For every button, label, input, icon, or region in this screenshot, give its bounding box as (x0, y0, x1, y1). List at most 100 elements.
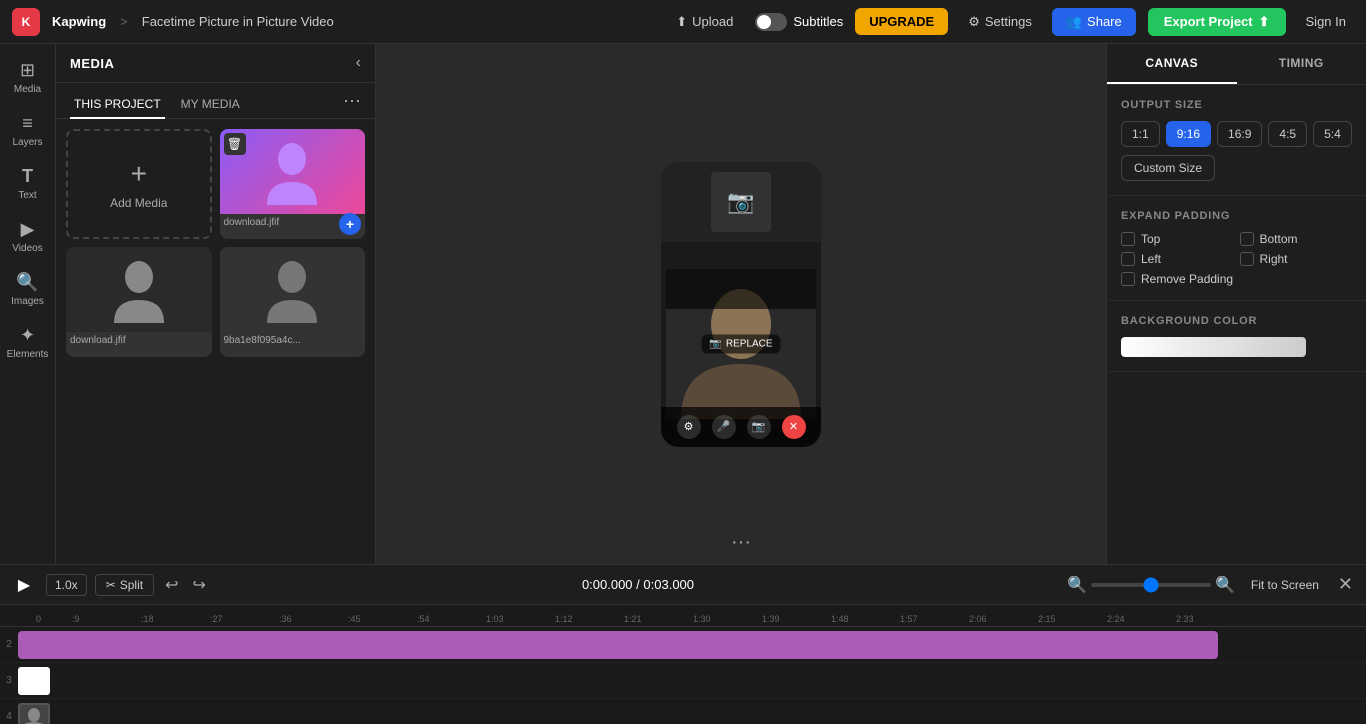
add-media-label: Add Media (110, 196, 167, 210)
padding-bottom-checkbox[interactable] (1240, 232, 1254, 246)
elements-icon: ✦ (20, 325, 35, 346)
export-icon: ⬆ (1259, 14, 1270, 30)
timeline: ▶ 1.0x ✂ Split ↩ ↪ 0:00.000 / 0:03.000 🔍… (0, 564, 1366, 724)
sidebar-item-images[interactable]: 🔍 Images (3, 264, 53, 315)
play-button[interactable]: ▶ (10, 571, 38, 599)
media-add-button-1[interactable]: + (339, 213, 361, 235)
media-icon: ⊞ (20, 60, 35, 81)
padding-left-checkbox[interactable] (1121, 252, 1135, 266)
padding-top-label: Top (1141, 232, 1160, 246)
end-call-button[interactable]: ✕ (782, 415, 806, 439)
track-content-3[interactable] (18, 667, 1366, 695)
tab-my-media[interactable]: MY MEDIA (177, 91, 244, 119)
ruler-marks: 0 :9 :18 :27 :36 :45 :54 1:03 1:12 1:21 … (0, 614, 1245, 624)
media-panel: MEDIA ‹ THIS PROJECT MY MEDIA ⋯ + Add Me… (56, 44, 376, 564)
size-9-16[interactable]: 9:16 (1166, 121, 1211, 147)
ruler-mark-139: 1:39 (762, 614, 831, 624)
sidebar-item-elements[interactable]: ✦ Elements (3, 317, 53, 368)
ruler-mark-27: :27 (210, 614, 279, 624)
size-16-9[interactable]: 16:9 (1217, 121, 1262, 147)
phone-placeholder-camera: 📷 (711, 172, 771, 232)
ruler-mark-9: :9 (72, 614, 141, 624)
padding-top-checkbox[interactable] (1121, 232, 1135, 246)
zoom-in-button[interactable]: 🔍 (1215, 575, 1235, 595)
export-label: Export Project (1164, 14, 1253, 29)
padding-left-label: Left (1141, 252, 1161, 266)
speed-button[interactable]: 1.0x (46, 574, 87, 596)
settings-button[interactable]: ⚙ Settings (960, 9, 1040, 35)
fit-to-screen-button[interactable]: Fit to Screen (1243, 575, 1327, 595)
camera-switch-button[interactable]: 📷 (747, 415, 771, 439)
track-content-2[interactable] (18, 631, 1366, 659)
media-panel-title: MEDIA (70, 56, 114, 71)
media-thumb-image-3 (220, 247, 366, 332)
logo-icon: K (12, 8, 40, 36)
media-delete-button-1[interactable]: 🗑 (224, 133, 246, 155)
project-name[interactable]: Facetime Picture in Picture Video (142, 14, 334, 29)
settings-label: Settings (985, 14, 1032, 29)
phone-top-video: 📷 (661, 162, 821, 242)
media-item-2[interactable]: download.jfif (66, 247, 212, 357)
ruler-mark-157: 1:57 (900, 614, 969, 624)
track-row-2: 2 (0, 627, 1366, 663)
mute-button[interactable]: 🎤 (712, 415, 736, 439)
media-item-1[interactable]: 🗑 + download.jfif (220, 129, 366, 239)
canvas-area[interactable]: 📷 📷 REPLACE ⚙ 🎤 📷 (376, 44, 1106, 564)
media-more-button[interactable]: ⋯ (343, 91, 361, 118)
size-5-4[interactable]: 5:4 (1313, 121, 1352, 147)
camera-icon: 📷 (727, 189, 754, 215)
topbar: K Kapwing > Facetime Picture in Picture … (0, 0, 1366, 44)
videos-icon: ▶ (21, 219, 35, 240)
size-4-5[interactable]: 4:5 (1268, 121, 1307, 147)
padding-right-checkbox[interactable] (1240, 252, 1254, 266)
color-preview[interactable] (1121, 337, 1306, 357)
export-button[interactable]: Export Project ⬆ (1148, 8, 1286, 36)
canvas-more-button[interactable]: ··· (731, 531, 751, 554)
tab-canvas[interactable]: CANVAS (1107, 44, 1237, 84)
replace-overlay[interactable]: 📷 REPLACE (701, 335, 780, 354)
sidebar-label-layers: Layers (12, 137, 42, 148)
zoom-slider[interactable] (1091, 583, 1211, 587)
remove-padding-checkbox[interactable] (1121, 272, 1135, 286)
sidebar-label-elements: Elements (7, 349, 49, 360)
sidebar-item-videos[interactable]: ▶ Videos (3, 211, 53, 262)
media-item-3[interactable]: 9ba1e8f095a4c... (220, 247, 366, 357)
timeline-close-button[interactable]: ✕ (1335, 571, 1356, 598)
ruler-mark-start: 0 (36, 614, 72, 624)
zoom-out-button[interactable]: 🔍 (1067, 575, 1087, 595)
redo-button[interactable]: ↪ (190, 572, 209, 598)
media-tabs: THIS PROJECT MY MEDIA ⋯ (56, 83, 375, 119)
sidebar-item-text[interactable]: T Text (3, 158, 53, 209)
media-collapse-button[interactable]: ‹ (356, 54, 361, 72)
undo-button[interactable]: ↩ (162, 572, 181, 598)
breadcrumb-separator: > (120, 14, 128, 29)
tab-this-project[interactable]: THIS PROJECT (70, 91, 165, 119)
track-content-4[interactable] (18, 703, 1366, 724)
tab-timing[interactable]: TIMING (1237, 44, 1366, 84)
split-button[interactable]: ✂ Split (95, 574, 154, 596)
upload-button[interactable]: ⬆ Upload (666, 9, 743, 35)
sidebar-label-images: Images (11, 296, 44, 307)
subtitles-toggle[interactable] (755, 13, 787, 31)
sidebar-label-videos: Videos (12, 243, 42, 254)
share-button[interactable]: 👥 Share (1052, 8, 1136, 36)
brand-name[interactable]: Kapwing (52, 14, 106, 29)
phone-preview: 📷 📷 REPLACE ⚙ 🎤 📷 (661, 162, 821, 447)
effects-button[interactable]: ⚙ (677, 415, 701, 439)
add-media-button[interactable]: + Add Media (66, 129, 212, 239)
padding-right: Right (1240, 252, 1353, 266)
subtitles-toggle-area[interactable]: Subtitles (755, 13, 843, 31)
timeline-current-time: 0:00.000 / 0:03.000 (582, 577, 694, 592)
zoom-controls: 🔍 🔍 (1067, 575, 1235, 595)
track-clip-3[interactable] (18, 667, 50, 695)
ruler-mark-148: 1:48 (831, 614, 900, 624)
track-clip-2[interactable] (18, 631, 1218, 659)
custom-size-button[interactable]: Custom Size (1121, 155, 1215, 181)
share-label: Share (1087, 14, 1122, 29)
signin-button[interactable]: Sign In (1298, 9, 1354, 34)
sidebar-item-media[interactable]: ⊞ Media (3, 52, 53, 103)
track-clip-4[interactable] (18, 703, 50, 724)
size-1-1[interactable]: 1:1 (1121, 121, 1160, 147)
sidebar-item-layers[interactable]: ≡ Layers (3, 105, 53, 156)
upgrade-button[interactable]: UPGRADE (855, 8, 948, 35)
